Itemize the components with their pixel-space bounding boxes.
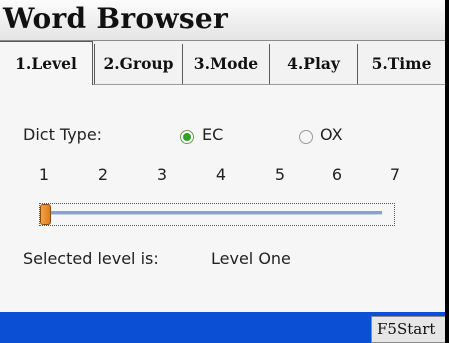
- dict-ec-radio[interactable]: [180, 130, 194, 144]
- dict-type-label: Dict Type:: [23, 125, 103, 144]
- level-slider[interactable]: [39, 203, 395, 226]
- slider-tick-4: 4: [215, 165, 227, 184]
- status-bar: F5Start: [0, 312, 445, 343]
- f5-start-softkey[interactable]: F5Start: [371, 316, 445, 343]
- slider-tick-5: 5: [274, 165, 286, 184]
- dict-ox-radio[interactable]: [299, 130, 313, 144]
- slider-rail-shadow: [44, 214, 382, 215]
- slider-tick-7: 7: [389, 165, 401, 184]
- tab-play[interactable]: 4.Play: [269, 44, 357, 84]
- slider-tick-1: 1: [38, 165, 50, 184]
- app-window: Word Browser 1.Level 2.Group 3.Mode 4.Pl…: [0, 0, 445, 343]
- tab-group[interactable]: 2.Group: [94, 44, 182, 84]
- tab-time[interactable]: 5.Time: [357, 44, 445, 84]
- title-bar: Word Browser: [0, 0, 445, 41]
- slider-tick-2: 2: [97, 165, 109, 184]
- selected-level-value: Level One: [211, 249, 291, 268]
- slider-tick-6: 6: [331, 165, 343, 184]
- dict-ox-label[interactable]: OX: [320, 125, 343, 144]
- slider-tick-3: 3: [156, 165, 168, 184]
- tab-level[interactable]: 1.Level: [0, 41, 93, 85]
- selected-level-label: Selected level is:: [23, 249, 159, 268]
- app-title: Word Browser: [3, 2, 229, 35]
- dict-ec-label[interactable]: EC: [202, 125, 223, 144]
- tab-bar: 1.Level 2.Group 3.Mode 4.Play 5.Time: [0, 41, 445, 85]
- tab-mode[interactable]: 3.Mode: [182, 44, 269, 84]
- level-panel: Dict Type: EC OX 1 2 3 4 5 6 7 Selected …: [0, 85, 445, 312]
- slider-thumb[interactable]: [40, 204, 51, 225]
